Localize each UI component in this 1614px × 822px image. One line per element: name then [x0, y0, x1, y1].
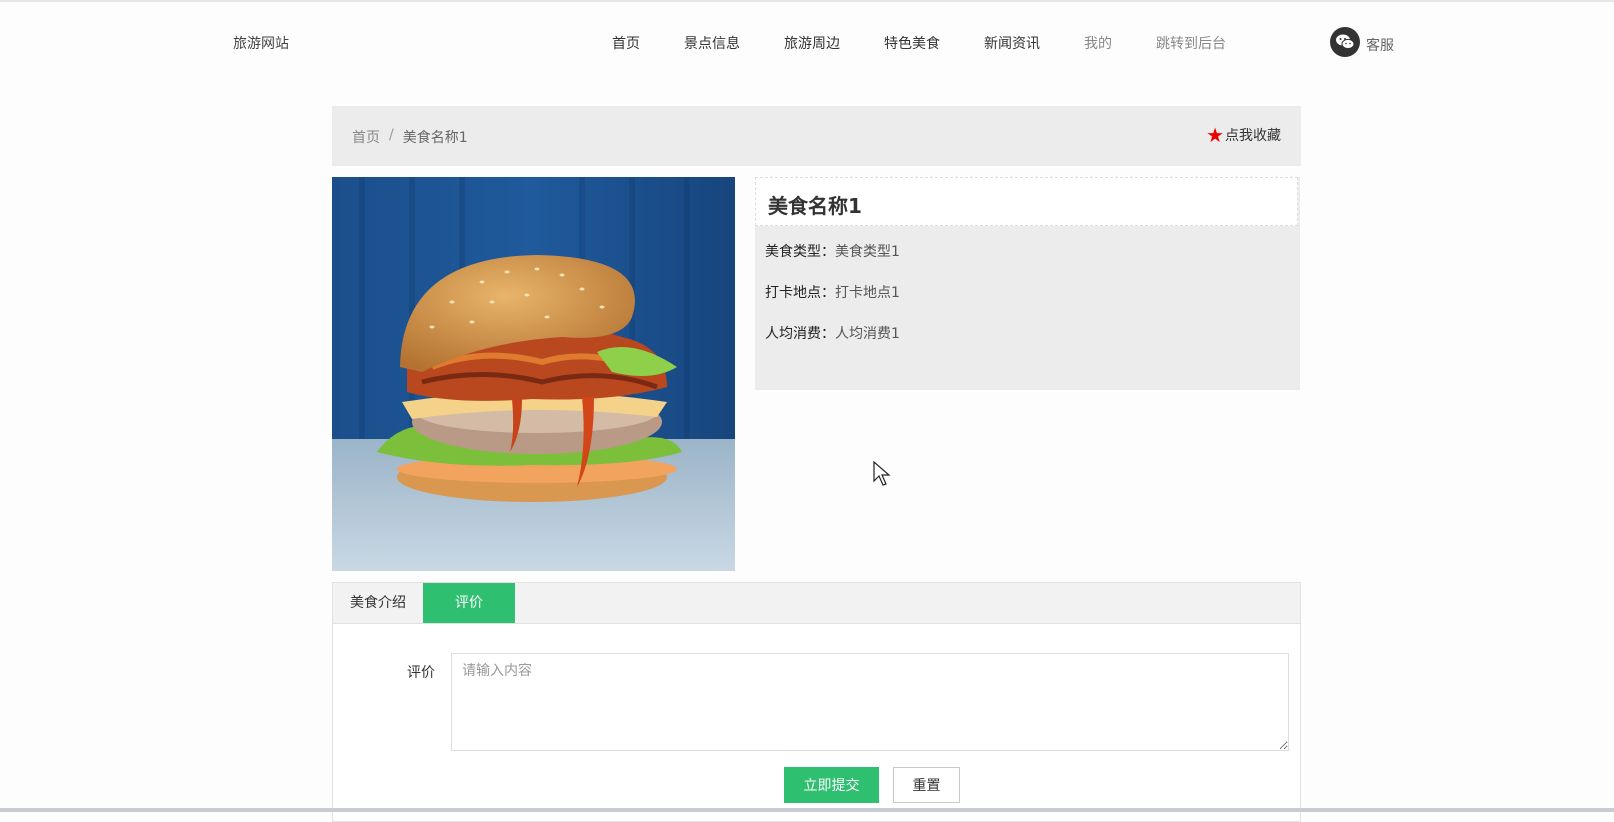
favorite-button[interactable]: ★ 点我收藏 — [1206, 125, 1281, 145]
food-type-value: 美食类型1 — [835, 244, 900, 260]
tab-comments[interactable]: 评价 — [423, 583, 515, 623]
main-nav: 首页 景点信息 旅游周边 特色美食 新闻资讯 我的 跳转到后台 — [612, 33, 1270, 53]
top-border — [0, 0, 1614, 2]
customer-service-link[interactable]: 客服 — [1330, 27, 1394, 57]
checkin-location-row: 打卡地点：打卡地点1 — [765, 282, 900, 302]
breadcrumb-current: 美食名称1 — [402, 130, 468, 146]
checkin-location-value: 打卡地点1 — [835, 285, 900, 301]
avg-cost-value: 人均消费1 — [835, 326, 900, 342]
comment-label: 评价 — [407, 665, 435, 681]
detail-tabs: 美食介绍 评价 评价 立即提交 重置 — [332, 582, 1301, 822]
wechat-icon — [1330, 27, 1360, 57]
food-type-row: 美食类型：美食类型1 — [765, 241, 900, 261]
avg-cost-row: 人均消费：人均消费1 — [765, 323, 900, 343]
customer-service-label: 客服 — [1366, 38, 1394, 54]
avg-cost-key: 人均消费： — [765, 326, 835, 342]
nav-item-mine[interactable]: 我的 — [1084, 33, 1112, 53]
breadcrumb-home[interactable]: 首页 — [352, 127, 380, 147]
star-icon: ★ — [1206, 123, 1224, 147]
submit-button[interactable]: 立即提交 — [784, 767, 879, 803]
tab-food-intro[interactable]: 美食介绍 — [333, 583, 423, 623]
nav-item-attractions[interactable]: 景点信息 — [684, 33, 740, 53]
reset-button[interactable]: 重置 — [893, 767, 960, 803]
food-type-key: 美食类型： — [765, 244, 835, 260]
favorite-label: 点我收藏 — [1225, 128, 1281, 144]
breadcrumb-separator: / — [389, 127, 394, 143]
comment-input[interactable] — [451, 653, 1289, 751]
food-info-panel: 美食名称1 美食类型：美食类型1 打卡地点：打卡地点1 人均消费：人均消费1 — [755, 177, 1300, 390]
site-title[interactable]: 旅游网站 — [233, 33, 289, 53]
nav-item-home[interactable]: 首页 — [612, 33, 640, 53]
breadcrumb-bar: 首页 / 美食名称1 ★ 点我收藏 — [332, 106, 1301, 166]
nav-item-admin[interactable]: 跳转到后台 — [1156, 33, 1226, 53]
checkin-location-key: 打卡地点： — [765, 285, 835, 301]
breadcrumb: 首页 / 美食名称1 — [352, 127, 468, 147]
food-image — [332, 177, 735, 571]
taskbar-edge — [0, 808, 1614, 812]
nav-item-news[interactable]: 新闻资讯 — [984, 33, 1040, 53]
nav-item-local-food[interactable]: 特色美食 — [884, 33, 940, 53]
nav-item-travel-surroundings[interactable]: 旅游周边 — [784, 33, 840, 53]
food-title: 美食名称1 — [755, 177, 1298, 226]
tabs-header: 美食介绍 评价 — [333, 583, 1300, 624]
mouse-cursor-icon — [873, 460, 891, 491]
